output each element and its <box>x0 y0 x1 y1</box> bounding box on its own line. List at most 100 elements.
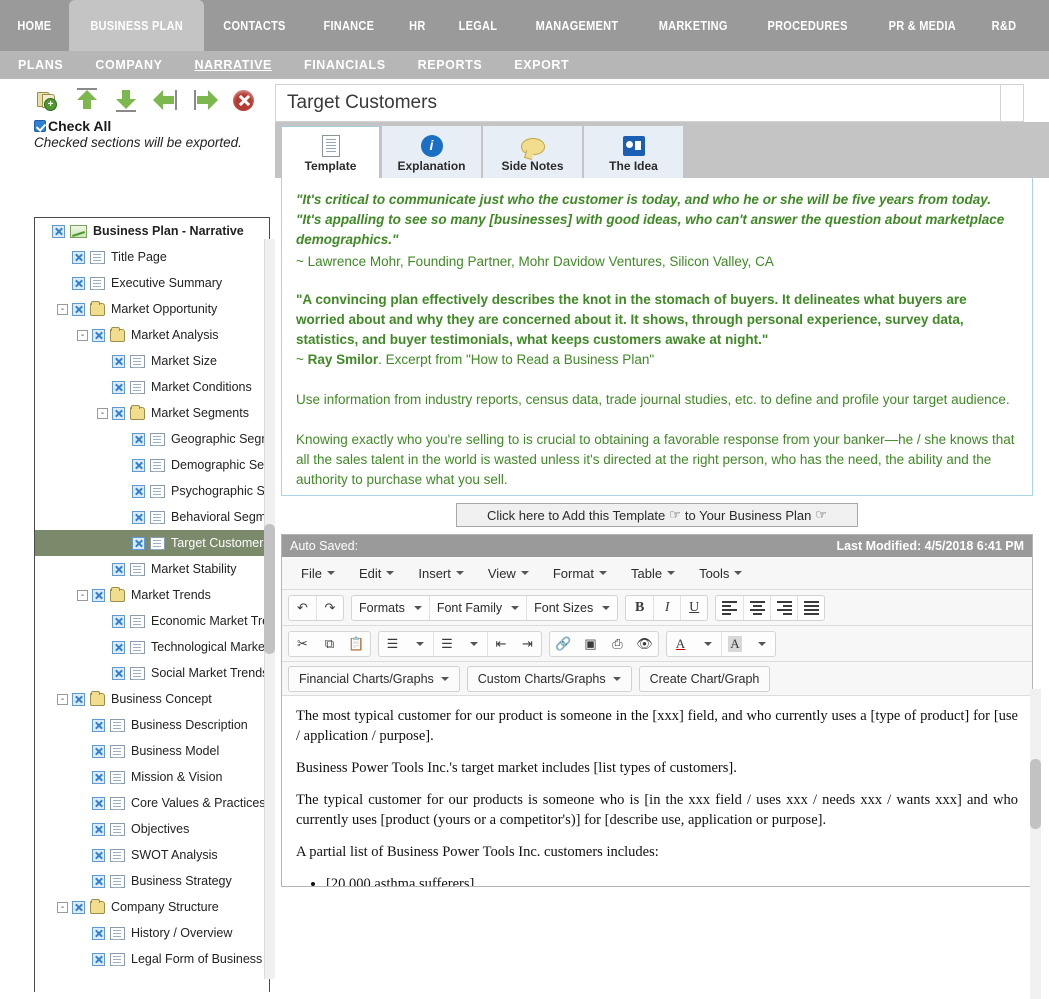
collapse-toggle-icon[interactable]: - <box>57 303 68 315</box>
image-icon[interactable]: ▣ <box>577 632 604 656</box>
bold-button[interactable]: B <box>626 596 653 620</box>
tree-item-checkbox[interactable] <box>92 874 105 888</box>
tree-item-checkbox[interactable] <box>72 302 85 316</box>
nav-item-finance[interactable]: FINANCE <box>310 0 387 51</box>
tree-item[interactable]: - Market Opportunity <box>35 296 269 322</box>
bullet-list-chevron-down-icon[interactable] <box>406 632 433 656</box>
tree-item-checkbox[interactable] <box>132 510 145 524</box>
tree-item[interactable]: - Business Concept <box>35 686 269 712</box>
tree-item-checkbox[interactable] <box>92 744 105 758</box>
tree-item[interactable]: Psychographic Segmentation <box>35 478 269 504</box>
tree-item-checkbox[interactable] <box>92 822 105 836</box>
subnav-item-narrative[interactable]: NARRATIVE <box>179 58 288 72</box>
button-custom-charts-graphs[interactable]: Custom Charts/Graphs <box>466 665 632 692</box>
numbered-list-chevron-down-icon[interactable] <box>460 632 487 656</box>
tree-item[interactable]: Social Market Trends <box>35 660 269 686</box>
tree-item[interactable]: Business Plan - Narrative <box>35 218 269 244</box>
nav-item-marketing[interactable]: MARKETING <box>646 0 741 51</box>
preview-icon[interactable]: 👁 <box>631 632 658 656</box>
text-color-icon[interactable]: A <box>667 632 694 656</box>
nav-item-management[interactable]: MANAGEMENT <box>523 0 632 51</box>
tree-item[interactable]: Mission & Vision <box>35 764 269 790</box>
tree-item-checkbox[interactable] <box>52 224 65 238</box>
formats-dropdown[interactable]: Formats <box>352 596 429 620</box>
check-all-row[interactable]: Check All <box>0 117 275 134</box>
menu-file[interactable]: File <box>290 562 346 585</box>
nav-item-procedures[interactable]: PROCEDURES <box>755 0 862 51</box>
collapse-toggle-icon[interactable]: - <box>57 901 68 913</box>
subnav-item-reports[interactable]: REPORTS <box>402 58 499 72</box>
undo-icon[interactable]: ↶ <box>289 596 316 620</box>
background-color-chevron-down-icon[interactable] <box>748 632 775 656</box>
tree-item[interactable]: Objectives <box>35 816 269 842</box>
tree-item[interactable]: Business Model <box>35 738 269 764</box>
subnav-item-export[interactable]: EXPORT <box>498 58 585 72</box>
tree-item-checkbox[interactable] <box>132 458 145 472</box>
tree-item[interactable]: - Market Analysis <box>35 322 269 348</box>
tree-item[interactable]: Legal Form of Business <box>35 946 269 972</box>
redo-icon[interactable]: ↷ <box>316 595 343 620</box>
tree-item-checkbox[interactable] <box>92 848 105 862</box>
tree-item[interactable]: - Market Trends <box>35 582 269 608</box>
button-create-chart-graph[interactable]: Create Chart/Graph <box>638 665 771 692</box>
tree-item[interactable]: Technological Market Trends <box>35 634 269 660</box>
subnav-item-plans[interactable]: PLANS <box>2 58 79 72</box>
menu-edit[interactable]: Edit <box>348 562 405 585</box>
tree-item[interactable]: Target Customers <box>35 530 269 556</box>
tree-item-checkbox[interactable] <box>112 666 125 680</box>
tree-item[interactable]: Demographic Segmentation <box>35 452 269 478</box>
bullet-list-icon[interactable]: ☰ <box>379 632 406 656</box>
subnav-item-company[interactable]: COMPANY <box>79 58 178 72</box>
nav-item-sales[interactable]: SALES <box>1038 0 1049 51</box>
tab-side-notes[interactable]: Side Notes <box>483 126 582 178</box>
align-center-icon[interactable] <box>743 595 770 620</box>
nav-item-business-plan[interactable]: BUSINESS PLAN <box>68 0 205 51</box>
tree-item-checkbox[interactable] <box>72 692 85 706</box>
tree-item[interactable]: Business Description <box>35 712 269 738</box>
delete-icon[interactable] <box>231 87 257 113</box>
subnav-item-financials[interactable]: FINANCIALS <box>288 58 402 72</box>
tree-item[interactable]: Market Stability <box>35 556 269 582</box>
nav-item-pr-media[interactable]: PR & MEDIA <box>875 0 969 51</box>
outdent-icon[interactable]: ⇤ <box>487 631 514 656</box>
menu-format[interactable]: Format <box>542 562 618 585</box>
menu-view[interactable]: View <box>477 562 540 585</box>
tree-item-checkbox[interactable] <box>92 926 105 940</box>
cut-icon[interactable]: ✂ <box>289 632 316 656</box>
print-icon[interactable]: ⎙ <box>604 632 631 656</box>
nav-item-r-d[interactable]: R&D <box>979 0 1030 51</box>
collapse-toggle-icon[interactable]: - <box>57 693 68 705</box>
tab-explanation[interactable]: i Explanation <box>382 126 481 178</box>
tree-item-checkbox[interactable] <box>112 354 125 368</box>
tree-item-checkbox[interactable] <box>92 770 105 784</box>
tree-item-checkbox[interactable] <box>92 796 105 810</box>
menu-table[interactable]: Table <box>620 562 686 585</box>
tree-item[interactable]: Executive Summary <box>35 270 269 296</box>
nav-item-contacts[interactable]: CONTACTS <box>210 0 299 51</box>
numbered-list-icon[interactable]: ☰ <box>433 631 460 656</box>
tree-item-checkbox[interactable] <box>132 484 145 498</box>
italic-button[interactable]: I <box>653 595 680 620</box>
indent-icon[interactable] <box>192 87 218 113</box>
tree-item-checkbox[interactable] <box>92 952 105 966</box>
add-template-button[interactable]: Click here to Add this Template ☞ to You… <box>456 503 858 527</box>
align-right-icon[interactable] <box>770 595 797 620</box>
link-icon[interactable]: 🔗 <box>550 632 577 656</box>
tree-item-checkbox[interactable] <box>92 328 105 342</box>
tree-item[interactable]: Market Size <box>35 348 269 374</box>
tree-item-checkbox[interactable] <box>132 432 145 446</box>
tree-item[interactable]: Title Page <box>35 244 269 270</box>
tab-the-idea[interactable]: The Idea <box>584 126 683 178</box>
tree-item-checkbox[interactable] <box>72 900 85 914</box>
tree-item[interactable]: Economic Market Trends <box>35 608 269 634</box>
nav-item-legal[interactable]: LEGAL <box>446 0 511 51</box>
align-justify-icon[interactable] <box>797 595 824 620</box>
collapse-toggle-icon[interactable]: - <box>77 589 88 601</box>
tree-item-checkbox[interactable] <box>112 380 125 394</box>
tree-item[interactable]: - Market Segments <box>35 400 269 426</box>
move-down-icon[interactable] <box>114 87 140 113</box>
tree-item-checkbox[interactable] <box>112 640 125 654</box>
tab-template[interactable]: Template <box>281 126 380 178</box>
background-color-icon[interactable]: A <box>721 631 748 656</box>
editor-scrollbar-thumb[interactable] <box>1030 759 1041 829</box>
